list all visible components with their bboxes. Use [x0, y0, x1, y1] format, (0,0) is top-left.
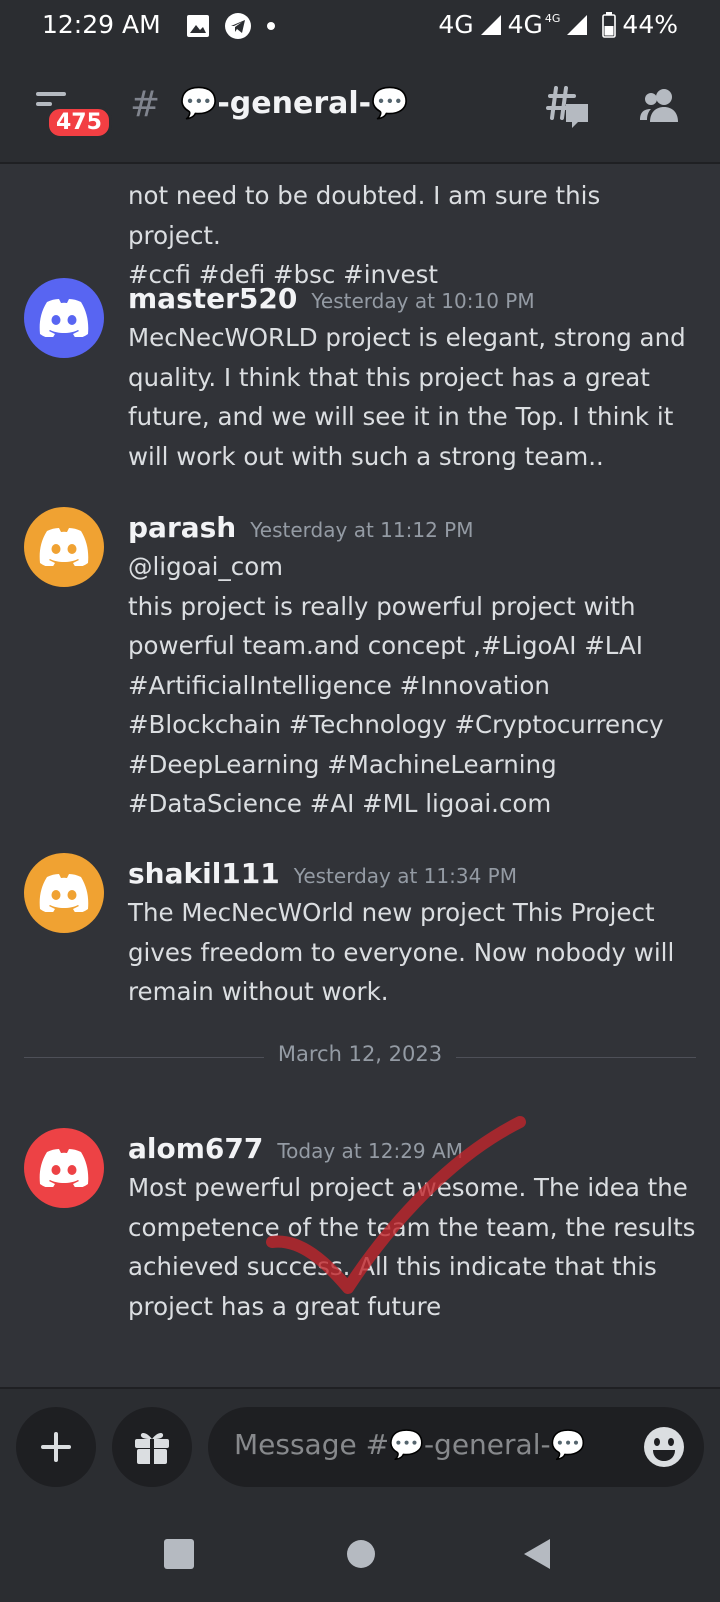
message-text: not need to be doubted. I am sure this p…	[128, 181, 601, 289]
add-attachment-button[interactable]	[16, 1407, 96, 1487]
username-text[interactable]: parash	[128, 511, 236, 544]
members-icon[interactable]	[638, 88, 682, 124]
username[interactable]: shakil111 Yesterday at 11:34 PM	[128, 857, 517, 890]
message-text: @ligoai_com this project is really power…	[128, 552, 664, 818]
timestamp: Today at 12:29 AM	[277, 1139, 463, 1163]
discord-logo-icon	[39, 874, 89, 912]
discord-logo-icon	[39, 299, 89, 337]
status-time: 12:29 AM	[42, 10, 161, 39]
battery-level: 44%	[622, 10, 678, 39]
notification-icons	[186, 12, 276, 40]
status-right: 4G 4G 4G 44%	[438, 10, 678, 39]
timestamp: Yesterday at 11:34 PM	[293, 864, 517, 888]
message-composer: Message #💬-general-💬	[0, 1387, 720, 1602]
channel-header: 475 # 💬-general-💬	[0, 52, 720, 164]
channel-hash-icon: #	[130, 84, 161, 125]
gift-icon	[135, 1432, 169, 1464]
message-text: MecNecWORLD project is elegant, strong a…	[128, 323, 686, 471]
emoji-icon[interactable]	[642, 1425, 686, 1469]
gift-button[interactable]	[112, 1407, 192, 1487]
message-input-placeholder: Message #💬-general-💬	[234, 1428, 586, 1461]
date-divider: March 12, 2023	[24, 1042, 696, 1072]
divider-line-right	[456, 1057, 696, 1058]
plus-icon	[41, 1432, 71, 1462]
avatar[interactable]	[24, 1128, 104, 1208]
message-input[interactable]: Message #💬-general-💬	[208, 1407, 704, 1487]
status-bar: 12:29 AM 4G 4G 4G 44%	[0, 0, 720, 52]
back-icon[interactable]	[522, 1537, 552, 1571]
network-label-1: 4G	[438, 10, 474, 39]
threads-icon[interactable]	[544, 86, 590, 130]
username[interactable]: alom677 Today at 12:29 AM	[128, 1132, 463, 1165]
avatar[interactable]	[24, 853, 104, 933]
timestamp: Yesterday at 11:12 PM	[250, 518, 474, 542]
discord-logo-icon	[39, 528, 89, 566]
username-text[interactable]: master520	[128, 282, 297, 315]
battery-icon	[602, 11, 617, 38]
message-text: Most pewerful project awesome. The idea …	[128, 1173, 696, 1321]
username[interactable]: parash Yesterday at 11:12 PM	[128, 511, 473, 544]
avatar[interactable]	[24, 507, 104, 587]
discord-logo-icon	[39, 1149, 89, 1187]
date-divider-label: March 12, 2023	[277, 1042, 443, 1066]
android-nav-bar	[0, 1505, 720, 1602]
dot-icon	[267, 22, 275, 30]
message-text: The MecNecWOrld new project This Project…	[128, 898, 675, 1006]
channel-title[interactable]: 💬-general-💬	[180, 86, 408, 121]
gallery-icon	[187, 15, 209, 37]
username-text[interactable]: shakil111	[128, 857, 280, 890]
network-sub-label: 4G	[544, 12, 561, 25]
unread-badge: 475	[46, 106, 112, 139]
signal-icon-2	[567, 14, 588, 35]
home-icon[interactable]	[346, 1539, 376, 1569]
recents-icon[interactable]	[164, 1539, 194, 1569]
username-text[interactable]: alom677	[128, 1132, 263, 1165]
message-list[interactable]: not need to be doubted. I am sure this p…	[0, 162, 720, 1387]
username[interactable]: master520 Yesterday at 10:10 PM	[128, 282, 535, 315]
network-label-2: 4G	[507, 10, 543, 39]
telegram-icon	[225, 13, 251, 39]
signal-icon-1	[480, 14, 501, 35]
avatar[interactable]	[24, 278, 104, 358]
timestamp: Yesterday at 10:10 PM	[311, 289, 535, 313]
